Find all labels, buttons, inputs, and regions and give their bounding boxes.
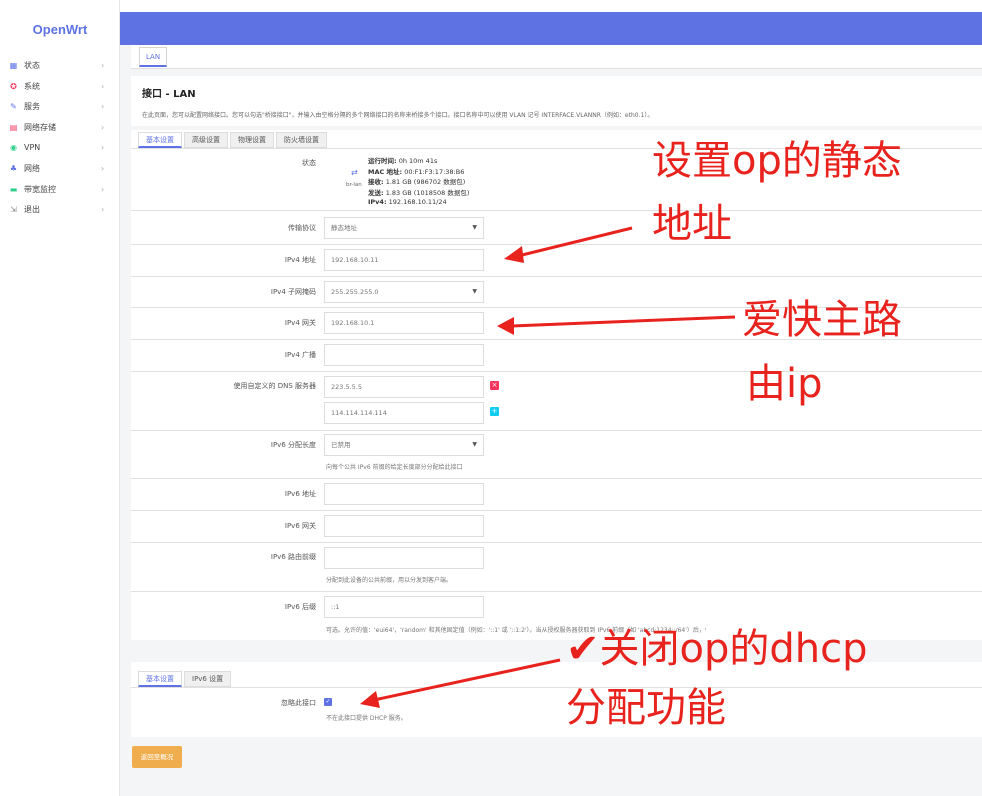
annotation-text: ✔关闭op的dhcp xyxy=(566,626,868,672)
annotation-text: 由ip xyxy=(746,361,823,407)
arrowhead xyxy=(360,691,380,708)
arrow-to-gateway xyxy=(511,315,736,328)
annotation-text: 地址 xyxy=(652,201,732,247)
arrowhead xyxy=(504,246,524,263)
annotation-text: 分配功能 xyxy=(566,685,726,731)
annotation-arrows xyxy=(360,226,736,708)
arrowhead xyxy=(497,317,514,335)
arrow-to-checkbox xyxy=(373,658,561,702)
annotation-text: 设置op的静态 xyxy=(652,138,902,184)
arrow-to-ipv4 xyxy=(517,226,633,258)
annotation-text: 爱快主路 xyxy=(742,297,902,343)
